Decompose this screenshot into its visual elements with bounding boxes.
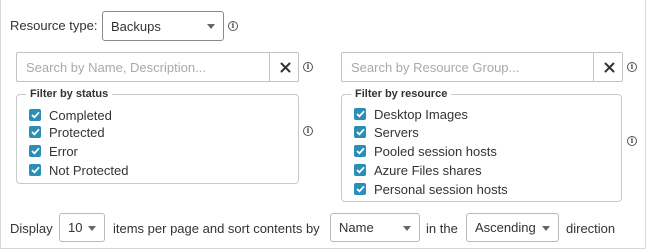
in-the-text: in the <box>426 221 458 236</box>
check-icon <box>355 110 365 118</box>
resource-servers-checkbox-row[interactable]: Servers <box>354 123 419 141</box>
checkbox-checked[interactable] <box>29 164 41 176</box>
chevron-down-icon <box>542 225 550 231</box>
chevron-down-icon <box>207 24 215 29</box>
resource-pooled-session-hosts-checkbox-row[interactable]: Pooled session hosts <box>354 142 497 160</box>
info-icon[interactable]: i <box>303 62 313 72</box>
resource-personal-session-hosts-checkbox-row[interactable]: Personal session hosts <box>354 180 508 198</box>
resource-pooled-session-hosts-label: Pooled session hosts <box>374 143 497 159</box>
sort-order-value: Ascending <box>475 220 536 235</box>
checkbox-checked[interactable] <box>354 183 366 195</box>
resource-desktop-images-label: Desktop Images <box>374 106 468 122</box>
per-page-select[interactable]: 10 <box>59 213 105 242</box>
check-icon <box>30 128 40 136</box>
check-icon <box>355 185 365 193</box>
status-completed-label: Completed <box>49 107 112 123</box>
resource-desktop-images-checkbox-row[interactable]: Desktop Images <box>354 105 468 123</box>
info-icon[interactable]: i <box>303 126 313 136</box>
checkbox-checked[interactable] <box>29 145 41 157</box>
checkbox-checked[interactable] <box>29 126 41 138</box>
sort-field-value: Name <box>339 220 374 235</box>
resource-personal-session-hosts-label: Personal session hosts <box>374 181 508 197</box>
check-icon <box>30 147 40 155</box>
status-completed-checkbox-row[interactable]: Completed <box>29 106 112 124</box>
filter-by-status-legend: Filter by status <box>26 88 113 101</box>
checkbox-checked[interactable] <box>354 126 366 138</box>
info-icon[interactable]: i <box>627 62 637 72</box>
close-icon <box>280 62 290 72</box>
items-per-page-text: items per page and sort contents by <box>113 221 320 236</box>
resource-type-select[interactable]: Backups <box>102 11 224 41</box>
chevron-down-icon <box>88 225 96 231</box>
status-protected-checkbox-row[interactable]: Protected <box>29 123 105 141</box>
display-label: Display <box>10 221 53 236</box>
sort-field-select[interactable]: Name <box>330 213 420 242</box>
checkbox-checked[interactable] <box>354 164 366 176</box>
search-name-clear-button[interactable] <box>269 53 300 81</box>
search-group-field <box>341 52 623 82</box>
check-icon <box>355 128 365 136</box>
filter-panel: Resource type: Backups i i i Filter by s… <box>0 0 646 249</box>
resource-type-label: Resource type: <box>10 18 98 33</box>
status-error-label: Error <box>49 143 78 159</box>
status-error-checkbox-row[interactable]: Error <box>29 142 78 160</box>
info-icon[interactable]: i <box>627 136 637 146</box>
checkbox-checked[interactable] <box>29 109 41 121</box>
status-not-protected-label: Not Protected <box>49 162 129 178</box>
search-group-input[interactable] <box>342 53 593 81</box>
checkbox-checked[interactable] <box>354 108 366 120</box>
sort-order-select[interactable]: Ascending <box>466 213 559 242</box>
status-not-protected-checkbox-row[interactable]: Not Protected <box>29 161 129 179</box>
filter-by-resource-group: Filter by resource Desktop Images Server… <box>341 88 622 202</box>
filter-by-status-group: Filter by status Completed Protected Err… <box>16 88 299 184</box>
status-protected-label: Protected <box>49 124 105 140</box>
check-icon <box>355 166 365 174</box>
check-icon <box>30 111 40 119</box>
resource-type-value: Backups <box>111 18 161 34</box>
filter-by-resource-legend: Filter by resource <box>351 88 452 101</box>
info-icon[interactable]: i <box>228 21 238 31</box>
search-name-input[interactable] <box>17 53 269 81</box>
search-name-field <box>16 52 299 82</box>
checkbox-checked[interactable] <box>354 145 366 157</box>
chevron-down-icon <box>403 225 411 231</box>
per-page-value: 10 <box>68 220 83 235</box>
resource-azure-files-shares-checkbox-row[interactable]: Azure Files shares <box>354 161 482 179</box>
search-group-clear-button[interactable] <box>593 53 624 81</box>
check-icon <box>355 147 365 155</box>
resource-servers-label: Servers <box>374 124 419 140</box>
resource-azure-files-shares-label: Azure Files shares <box>374 162 482 178</box>
check-icon <box>30 166 40 174</box>
direction-text: direction <box>566 221 616 236</box>
close-icon <box>604 62 614 72</box>
